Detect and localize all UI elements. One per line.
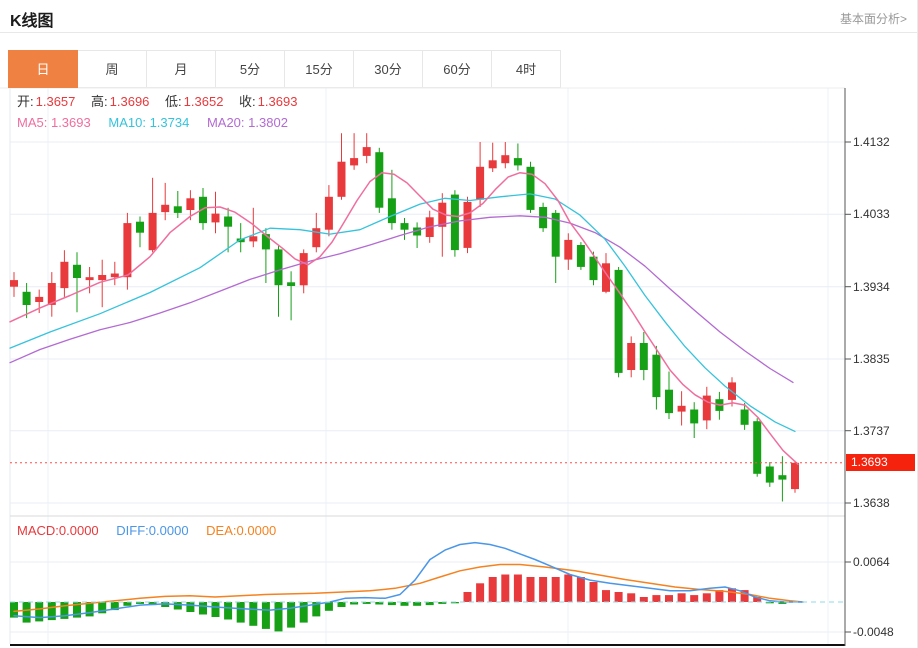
open-label: 开: (17, 94, 34, 109)
macd-value: MACD:0.0000 (17, 523, 99, 538)
price-axis-label: 1.4132 (853, 135, 890, 149)
price-axis-label: 1.4033 (853, 207, 890, 221)
price-axis-label: 1.3638 (853, 496, 890, 510)
macd-axis-label: -0.0048 (853, 625, 894, 639)
close-value: 1.3693 (258, 94, 298, 109)
macd-axis-label: 0.0064 (853, 555, 890, 569)
price-axis-label: 1.3934 (853, 280, 890, 294)
dea-value: DEA:0.0000 (206, 523, 276, 538)
price-axis-label: 1.3737 (853, 424, 890, 438)
ohlc-row: 开:1.3657 高:1.3696 低:1.3652 收:1.3693 (17, 91, 297, 112)
diff-value: DIFF:0.0000 (116, 523, 188, 538)
ma20-legend: MA20: 1.3802 (207, 115, 288, 130)
ma10-legend: MA10: 1.3734 (108, 115, 189, 130)
low-label: 低: (165, 94, 182, 109)
high-label: 高: (91, 94, 108, 109)
tab-日[interactable]: 日 (8, 50, 78, 88)
current-price-tag: 1.3693 (846, 454, 915, 471)
ma-row: MA5: 1.3693 MA10: 1.3734 MA20: 1.3802 (17, 112, 297, 133)
kline-widget: K线图 基本面分析> 日周月5分15分30分60分4时 1.41321.4033… (0, 0, 918, 648)
price-axis-label: 1.3835 (853, 352, 890, 366)
open-value: 1.3657 (36, 94, 76, 109)
low-value: 1.3652 (184, 94, 224, 109)
close-label: 收: (239, 94, 256, 109)
macd-legend: MACD:0.0000 DIFF:0.0000 DEA:0.0000 (17, 523, 276, 538)
high-value: 1.3696 (110, 94, 150, 109)
ohlc-ma-legend: 开:1.3657 高:1.3696 低:1.3652 收:1.3693 MA5:… (17, 91, 297, 133)
ma5-legend: MA5: 1.3693 (17, 115, 91, 130)
